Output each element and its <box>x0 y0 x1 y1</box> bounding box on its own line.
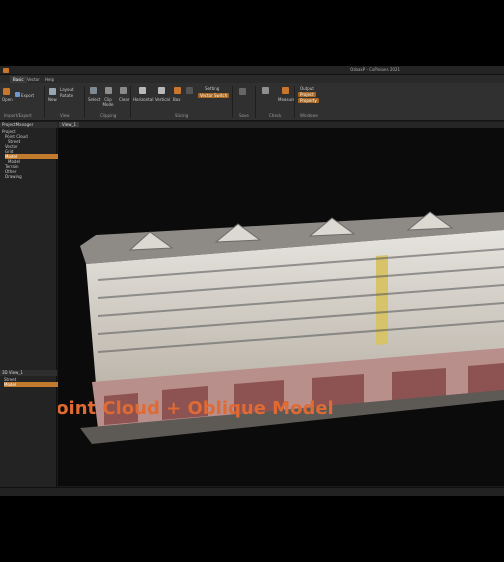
3d-viewport[interactable]: Point Cloud + Oblique Model <box>58 128 504 486</box>
slice-extra-icon[interactable] <box>186 87 193 94</box>
building-model <box>80 211 504 444</box>
horizontal-button[interactable]: Horizontal <box>133 97 153 102</box>
output-window-button[interactable]: Output <box>300 86 314 91</box>
project-window-button[interactable]: Project <box>298 92 316 97</box>
project-manager-header: ProjectManager <box>0 122 57 128</box>
view-tree-item[interactable]: Model <box>4 382 58 387</box>
menu-bar: Basic Vector Help <box>0 75 504 83</box>
rotate-button[interactable]: Rotate <box>60 93 73 98</box>
setting-button[interactable]: Setting <box>205 86 219 91</box>
app-logo-icon <box>3 68 9 73</box>
box-slice-icon[interactable] <box>174 87 181 94</box>
measure-button[interactable]: Measure <box>278 97 295 102</box>
select-button[interactable]: Select <box>88 97 100 102</box>
project-manager-panel: ProjectManager Project Point Cloud Street V… <box>0 122 59 496</box>
tree-item[interactable]: Drawing <box>5 174 22 179</box>
app-window: OsbaxP - CoPinions 2021 Basic Vector Hel… <box>0 66 504 496</box>
ribbon-divider <box>255 86 256 118</box>
clear-button[interactable]: Clear <box>119 97 129 102</box>
group-check: Check <box>269 113 282 118</box>
tab-vector[interactable]: Vector <box>24 76 43 83</box>
group-windows: Windows <box>300 113 318 118</box>
window-title: OsbaxP - CoPinions 2021 <box>350 67 400 72</box>
save-button[interactable]: Save <box>239 113 249 118</box>
ribbon-toolbar: Open Export Import/Export New Layout Rot… <box>0 83 504 121</box>
property-window-button[interactable]: Property <box>298 98 319 103</box>
ribbon-divider <box>84 86 85 118</box>
select-icon[interactable] <box>90 87 97 94</box>
measure-icon[interactable] <box>282 87 289 94</box>
tab-help[interactable]: Help <box>42 76 57 83</box>
group-clipping: Clipping <box>100 113 117 118</box>
export-button[interactable]: Export <box>21 93 34 98</box>
status-bar <box>0 487 504 496</box>
vertical-button[interactable]: Vertical <box>155 97 170 102</box>
vector-switch-button[interactable]: Vector Switch <box>198 93 230 98</box>
title-bar: OsbaxP - CoPinions 2021 <box>0 66 504 75</box>
ribbon-divider <box>44 86 45 118</box>
clear-icon[interactable] <box>120 87 127 94</box>
clip-mode-icon[interactable] <box>105 87 112 94</box>
save-icon[interactable] <box>239 88 246 95</box>
vertical-slice-icon[interactable] <box>158 87 165 94</box>
layout-button[interactable]: Layout <box>60 87 74 92</box>
tab-view-1[interactable]: View_1 <box>59 122 80 127</box>
box-button[interactable]: Box <box>173 97 180 102</box>
ribbon-divider <box>232 86 233 118</box>
group-slicing: Slicing <box>175 113 189 118</box>
new-view-icon[interactable] <box>49 88 56 95</box>
group-import-export: Import/Export <box>4 113 32 118</box>
percent-icon[interactable] <box>262 87 269 94</box>
open-icon[interactable] <box>3 88 10 95</box>
viewport-caption: Point Cloud + Oblique Model <box>58 398 334 419</box>
export-icon[interactable] <box>15 92 20 97</box>
open-button[interactable]: Open <box>2 97 13 102</box>
ribbon-divider <box>294 86 295 118</box>
clip-mode-button[interactable]: Clip Mode <box>101 97 115 107</box>
horizontal-slice-icon[interactable] <box>139 87 146 94</box>
new-button[interactable]: New <box>48 97 57 102</box>
group-view: View <box>60 113 70 118</box>
view-panel-header: 3D View_1 <box>0 370 57 376</box>
ribbon-divider <box>130 86 131 118</box>
